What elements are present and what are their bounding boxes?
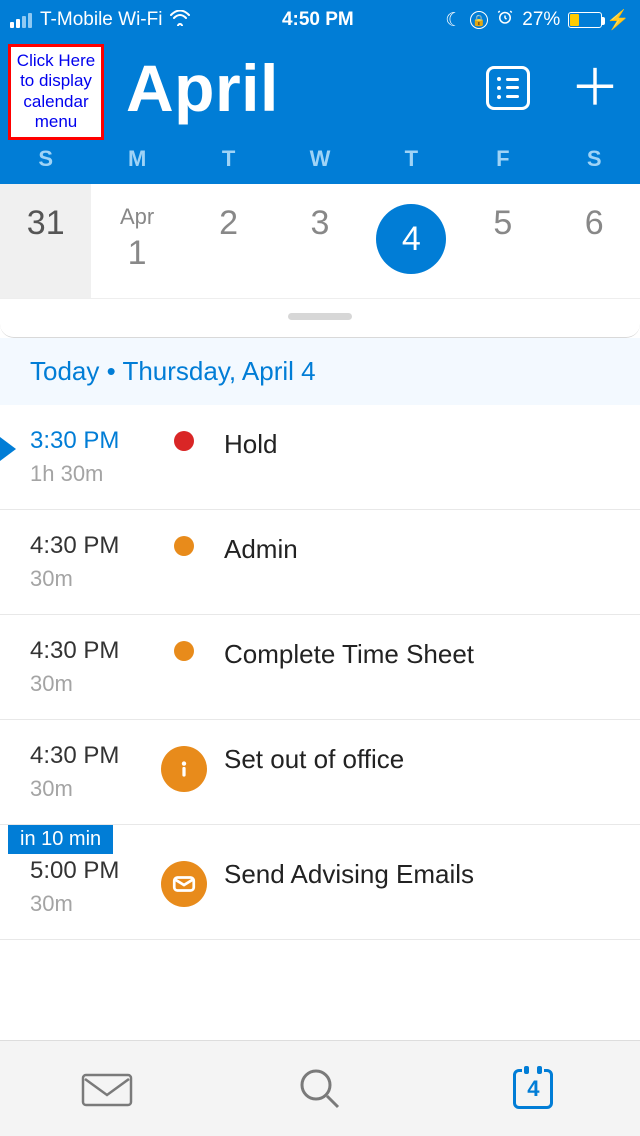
calendar-tab-day: 4 [527, 1076, 539, 1102]
event-duration: 1h 30m [30, 461, 160, 487]
event-duration: 30m [30, 776, 160, 802]
alarm-icon [496, 8, 514, 32]
carrier-label: T-Mobile Wi-Fi [40, 9, 162, 31]
tab-bar: 4 [0, 1040, 640, 1136]
event-duration: 30m [30, 671, 160, 697]
header: Click Here to display calendar menu Apri… [0, 40, 640, 184]
event-row[interactable]: 4:30 PM 30m Complete Time Sheet [0, 615, 640, 720]
current-time-indicator [0, 437, 16, 461]
weekday-tue: T [183, 146, 274, 172]
month-short: Apr [91, 204, 182, 230]
battery-percent: 27% [522, 9, 560, 31]
calendar-tab-selected[interactable]: 4 [427, 1041, 640, 1136]
day-cell-3[interactable]: 3 [274, 184, 365, 298]
day-cell-6[interactable]: 6 [549, 184, 640, 298]
event-row[interactable]: 3:30 PM 1h 30m Hold [0, 405, 640, 510]
month-title[interactable]: April [126, 50, 279, 126]
weekday-sat: S [549, 146, 640, 172]
event-time: 5:00 PM [30, 857, 160, 885]
day-cell-1[interactable]: Apr 1 [91, 184, 182, 298]
mail-circle-icon [161, 861, 207, 907]
event-row[interactable]: 4:30 PM 30m Set out of office [0, 720, 640, 825]
search-tab[interactable] [213, 1041, 426, 1136]
screen: T-Mobile Wi-Fi 4:50 PM ☾ 🔒 27% ⚡ Click H… [0, 0, 640, 1136]
today-banner: Today • Thursday, April 4 [0, 338, 640, 405]
event-duration: 30m [30, 891, 160, 917]
category-dot-icon [174, 431, 194, 451]
date-strip: 31 Apr 1 2 3 4 5 6 [0, 184, 640, 299]
reminder-tag: in 10 min [8, 825, 113, 854]
event-time: 4:30 PM [30, 742, 160, 770]
info-circle-icon [161, 746, 207, 792]
mail-tab[interactable] [0, 1041, 213, 1136]
day-cell-31[interactable]: 31 [0, 184, 91, 298]
battery-icon: ⚡ [568, 8, 630, 32]
day-cell-5[interactable]: 5 [457, 184, 548, 298]
category-dot-icon [174, 536, 194, 556]
event-title: Set out of office [208, 742, 610, 775]
day-cell-4-selected[interactable]: 4 [366, 184, 457, 298]
event-row[interactable]: 4:30 PM 30m Admin [0, 510, 640, 615]
weekday-wed: W [274, 146, 365, 172]
clock: 4:50 PM [282, 9, 354, 31]
event-title: Hold [208, 427, 610, 460]
drag-handle[interactable] [0, 299, 640, 338]
event-time: 4:30 PM [30, 532, 160, 560]
add-event-button[interactable]: ＋ [570, 63, 620, 113]
event-time: 4:30 PM [30, 637, 160, 665]
event-duration: 30m [30, 566, 160, 592]
event-title: Complete Time Sheet [208, 637, 610, 670]
calendar-menu-callout[interactable]: Click Here to display calendar menu [8, 44, 104, 140]
category-dot-icon [174, 641, 194, 661]
status-bar: T-Mobile Wi-Fi 4:50 PM ☾ 🔒 27% ⚡ [0, 0, 640, 40]
event-list: 3:30 PM 1h 30m Hold 4:30 PM 30m Admin 4:… [0, 405, 640, 1040]
weekday-sun: S [0, 146, 91, 172]
weekday-mon: M [91, 146, 182, 172]
signal-icon [10, 13, 32, 28]
moon-icon: ☾ [445, 9, 462, 32]
weekday-fri: F [457, 146, 548, 172]
agenda-view-icon[interactable] [486, 66, 530, 110]
event-title: Admin [208, 532, 610, 565]
weekday-row: S M T W T F S [0, 146, 640, 184]
event-title: Send Advising Emails [208, 857, 610, 890]
wifi-icon [170, 10, 190, 31]
weekday-thu: T [366, 146, 457, 172]
event-row[interactable]: in 10 min 5:00 PM 30m Send Advising Emai… [0, 835, 640, 940]
day-cell-2[interactable]: 2 [183, 184, 274, 298]
event-time: 3:30 PM [30, 427, 160, 455]
lock-rotation-icon: 🔒 [470, 11, 488, 29]
